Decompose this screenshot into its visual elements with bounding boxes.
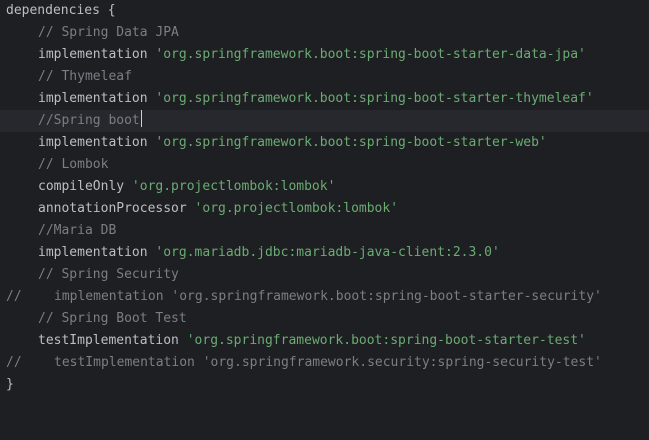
code-line[interactable]: // Spring Data JPA — [0, 22, 649, 44]
dependency-statement: implementation 'org.springframework.boot… — [38, 132, 547, 154]
text-caret — [140, 110, 142, 127]
code-line[interactable]: implementation 'org.springframework.boot… — [0, 44, 649, 66]
configuration-keyword: implementation — [38, 245, 148, 260]
dependency-statement: testImplementation 'org.springframework.… — [38, 330, 586, 352]
code-line[interactable]: // Spring Security — [0, 264, 649, 286]
dependency-statement: implementation 'org.springframework.boot… — [38, 88, 594, 110]
configuration-keyword: compileOnly — [38, 179, 125, 194]
code-line[interactable]: //Maria DB — [0, 220, 649, 242]
dependency-statement: implementation 'org.springframework.boot… — [38, 44, 586, 66]
configuration-keyword: implementation — [38, 135, 148, 150]
comment-text: // Spring Boot Test — [38, 311, 187, 326]
commented-out-code-line[interactable]: // implementation 'org.springframework.b… — [0, 286, 649, 308]
code-line[interactable]: // Spring Boot Test — [0, 308, 649, 330]
code-line[interactable]: } — [0, 374, 649, 396]
code-line[interactable]: implementation 'org.mariadb.jdbc:mariadb… — [0, 242, 649, 264]
comment-text: // Lombok — [38, 157, 109, 172]
dependency-string: 'org.projectlombok:lombok' — [194, 201, 399, 216]
dependency-string: 'org.springframework.boot:spring-boot-st… — [155, 47, 586, 62]
configuration-keyword: annotationProcessor — [38, 201, 187, 216]
commented-out-statement: testImplementation 'org.springframework.… — [54, 355, 602, 370]
comment-text: //Maria DB — [38, 223, 117, 238]
line-comment-prefix: // — [6, 355, 22, 370]
dependency-string: 'org.projectlombok:lombok' — [131, 179, 336, 194]
comment-with-caret: //Spring boot — [38, 110, 142, 132]
configuration-keyword: implementation — [38, 91, 148, 106]
configuration-keyword: implementation — [38, 47, 148, 62]
dependency-statement: implementation 'org.mariadb.jdbc:mariadb… — [38, 242, 500, 264]
code-line[interactable]: annotationProcessor 'org.projectlombok:l… — [0, 198, 649, 220]
code-line[interactable]: dependencies { — [0, 0, 649, 22]
commented-out-statement: implementation 'org.springframework.boot… — [54, 289, 602, 304]
code-line[interactable]: implementation 'org.springframework.boot… — [0, 88, 649, 110]
code-line[interactable]: // Lombok — [0, 154, 649, 176]
current-code-line[interactable]: //Spring boot — [0, 110, 649, 132]
code-line[interactable]: testImplementation 'org.springframework.… — [0, 330, 649, 352]
dependency-statement: annotationProcessor 'org.projectlombok:l… — [38, 198, 398, 220]
line-comment-prefix: // — [6, 289, 22, 304]
code-line[interactable]: compileOnly 'org.projectlombok:lombok' — [0, 176, 649, 198]
code-line[interactable]: implementation 'org.springframework.boot… — [0, 132, 649, 154]
dependency-statement: compileOnly 'org.projectlombok:lombok' — [38, 176, 335, 198]
dependencies-block-open: dependencies { — [6, 3, 116, 18]
dependency-string: 'org.mariadb.jdbc:mariadb-java-client:2.… — [155, 245, 500, 260]
comment-text: //Spring boot — [38, 113, 140, 128]
dependencies-block-close: } — [6, 377, 14, 392]
configuration-keyword: testImplementation — [38, 333, 179, 348]
code-editor[interactable]: dependencies { // Spring Data JPA implem… — [0, 0, 649, 403]
commented-out-code-line[interactable]: // testImplementation 'org.springframewo… — [0, 352, 649, 374]
dependency-string: 'org.springframework.boot:spring-boot-st… — [186, 333, 586, 348]
dependency-string: 'org.springframework.boot:spring-boot-st… — [155, 91, 594, 106]
comment-text: // Thymeleaf — [38, 69, 132, 84]
comment-text: // Spring Data JPA — [38, 25, 179, 40]
code-line[interactable]: // Thymeleaf — [0, 66, 649, 88]
dependency-string: 'org.springframework.boot:spring-boot-st… — [155, 135, 547, 150]
comment-text: // Spring Security — [38, 267, 179, 282]
